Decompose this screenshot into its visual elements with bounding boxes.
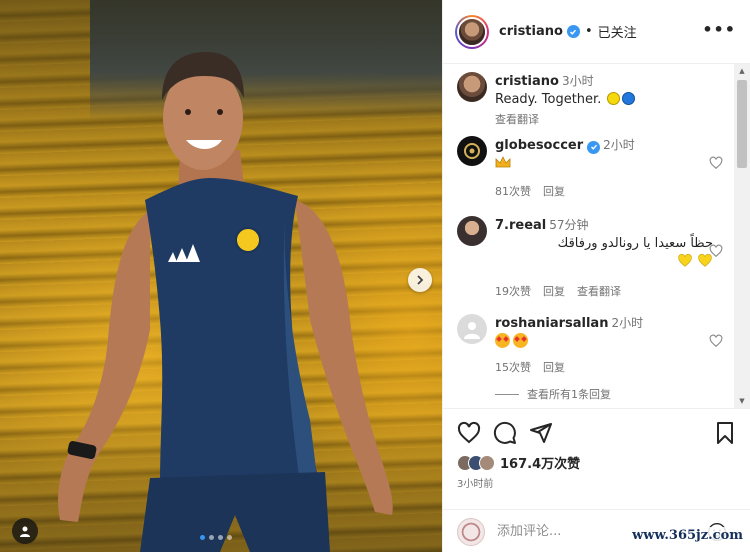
reply-link[interactable]: 回复 bbox=[543, 285, 565, 298]
carousel-dot bbox=[227, 535, 232, 540]
star-struck-emoji-icon bbox=[513, 333, 528, 348]
blue-circle-emoji-icon bbox=[622, 92, 636, 105]
comment-likes[interactable]: 81次赞 bbox=[495, 185, 531, 198]
view-replies-link[interactable]: 查看所有1条回复 bbox=[495, 386, 611, 402]
share-send-icon[interactable] bbox=[529, 421, 553, 445]
post-sidebar: cristiano • 已关注 ••• cristiano 3小时 Ready. … bbox=[442, 0, 750, 552]
verified-badge-icon bbox=[587, 140, 601, 154]
separator: • bbox=[584, 24, 593, 39]
crown-emoji-icon bbox=[495, 156, 511, 168]
carousel-dot bbox=[209, 535, 214, 540]
post-header: cristiano • 已关注 ••• bbox=[443, 0, 750, 64]
comment-username[interactable]: roshaniarsallan bbox=[495, 316, 608, 331]
carousel-next-button[interactable] bbox=[408, 268, 432, 292]
bookmark-icon[interactable] bbox=[713, 421, 737, 445]
reply-link[interactable]: 回复 bbox=[543, 185, 565, 198]
carousel-dot bbox=[218, 535, 223, 540]
globe-soccer-logo-icon bbox=[464, 143, 480, 159]
chevron-right-icon bbox=[417, 275, 424, 285]
caption-text: Ready. Together. bbox=[495, 92, 602, 107]
avatar[interactable] bbox=[457, 314, 487, 344]
avatar[interactable] bbox=[457, 72, 487, 102]
like-comment-heart-icon[interactable] bbox=[709, 244, 723, 258]
comments-scrollbar[interactable]: ▲ ▼ bbox=[734, 64, 750, 408]
reply-link[interactable]: 回复 bbox=[543, 361, 565, 374]
scrollbar-thumb[interactable] bbox=[737, 80, 747, 168]
like-count[interactable]: 167.4万次赞 bbox=[500, 453, 580, 472]
post-image[interactable] bbox=[0, 0, 442, 552]
comment-text: حظاً سعيدا يا رونالدو ورفاقك bbox=[557, 236, 713, 251]
liker-avatar bbox=[479, 454, 495, 471]
scroll-down-arrow-icon[interactable]: ▼ bbox=[734, 394, 750, 408]
like-heart-icon[interactable] bbox=[457, 421, 481, 445]
carousel-indicator bbox=[200, 535, 232, 540]
comment-username[interactable]: 7.reeal bbox=[495, 218, 546, 233]
translate-link[interactable]: 查看翻译 bbox=[495, 113, 539, 126]
current-user-avatar bbox=[457, 517, 485, 546]
tagged-user-button[interactable] bbox=[12, 518, 38, 544]
default-avatar-icon bbox=[464, 322, 480, 339]
carousel-dot bbox=[200, 535, 205, 540]
comment-time: 3小时 bbox=[561, 74, 594, 88]
avatar[interactable] bbox=[455, 14, 489, 49]
comment-time: 57分钟 bbox=[549, 218, 589, 232]
comment-time: 2小时 bbox=[603, 138, 635, 152]
translate-link[interactable]: 查看翻译 bbox=[577, 285, 621, 298]
comment-time: 2小时 bbox=[611, 316, 644, 330]
comment-username[interactable]: globesoccer bbox=[495, 138, 583, 153]
like-comment-heart-icon[interactable] bbox=[709, 334, 723, 348]
scroll-up-arrow-icon[interactable]: ▲ bbox=[734, 64, 750, 78]
comment-username[interactable]: cristiano bbox=[495, 74, 559, 89]
follow-button[interactable]: 已关注 bbox=[598, 22, 637, 41]
user-icon bbox=[20, 526, 30, 537]
avatar[interactable] bbox=[457, 136, 487, 166]
like-comment-heart-icon[interactable] bbox=[709, 156, 723, 170]
comment-likes[interactable]: 19次赞 bbox=[495, 285, 531, 298]
verified-badge-icon bbox=[566, 25, 580, 38]
comment-likes[interactable]: 15次赞 bbox=[495, 361, 531, 374]
watermark: www.365jz.com bbox=[629, 527, 746, 544]
player-figure bbox=[58, 52, 393, 552]
author-username[interactable]: cristiano bbox=[499, 24, 563, 39]
yellow-circle-emoji-icon bbox=[607, 92, 621, 105]
likes-summary[interactable]: 167.4万次赞 bbox=[457, 453, 580, 472]
comments-list: cristiano 3小时 Ready. Together. 查看翻译 globe… bbox=[443, 64, 733, 408]
avatar[interactable] bbox=[457, 216, 487, 246]
yellow-heart-emoji-icon bbox=[678, 253, 692, 267]
star-struck-emoji-icon bbox=[495, 333, 510, 348]
comment-icon[interactable] bbox=[493, 421, 517, 445]
more-options-button[interactable]: ••• bbox=[702, 20, 736, 39]
post-timestamp: 3小时前 bbox=[457, 479, 494, 490]
